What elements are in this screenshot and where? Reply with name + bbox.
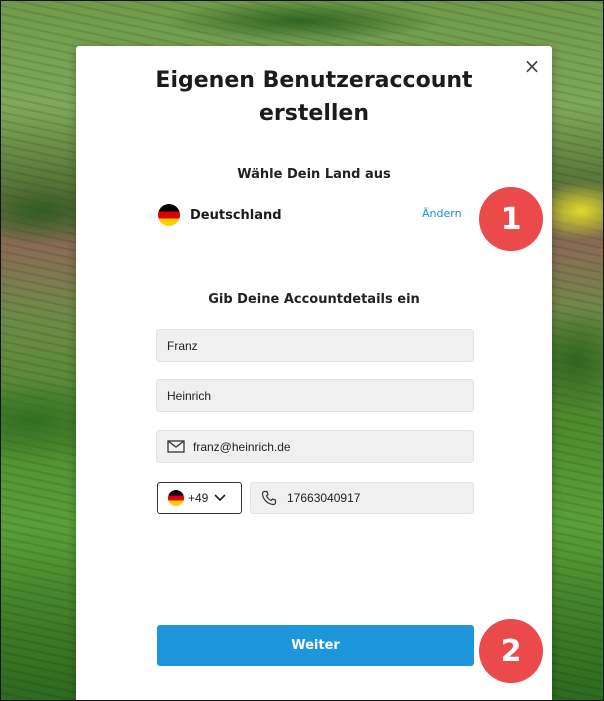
email-field[interactable]: franz@heinrich.de	[156, 430, 474, 463]
first-name-field[interactable]: Franz	[156, 329, 474, 362]
change-country-link[interactable]: Ändern	[422, 207, 462, 220]
close-icon[interactable]: ×	[522, 56, 542, 76]
last-name-field[interactable]: Heinrich	[156, 379, 474, 412]
chevron-down-icon	[214, 494, 226, 502]
callout-badge-1: 1	[479, 187, 543, 251]
germany-flag-icon	[168, 490, 184, 506]
first-name-value: Franz	[167, 338, 198, 353]
account-heading: Gib Deine Accountdetails ein	[208, 292, 420, 307]
dialog-title: Eigenen Benutzeraccount erstellen	[155, 68, 473, 126]
continue-button[interactable]: Weiter	[157, 625, 474, 666]
last-name-value: Heinrich	[167, 388, 212, 403]
signup-dialog: × Eigenen Benutzeraccount erstellen Wähl…	[76, 46, 552, 700]
callout-badge-2: 2	[479, 619, 543, 683]
selected-country: Deutschland	[158, 204, 282, 226]
country-heading: Wähle Dein Land aus	[237, 167, 391, 182]
country-code-value: +49	[188, 491, 209, 505]
country-name: Deutschland	[190, 207, 282, 223]
phone-value: 17663040917	[287, 491, 361, 505]
email-value: franz@heinrich.de	[193, 439, 291, 454]
germany-flag-icon	[158, 204, 180, 226]
screenshot-frame: × Eigenen Benutzeraccount erstellen Wähl…	[0, 0, 604, 701]
envelope-icon	[167, 440, 185, 453]
phone-icon	[261, 490, 277, 506]
phone-field[interactable]: 17663040917	[250, 482, 474, 514]
country-code-select[interactable]: +49	[157, 482, 242, 514]
